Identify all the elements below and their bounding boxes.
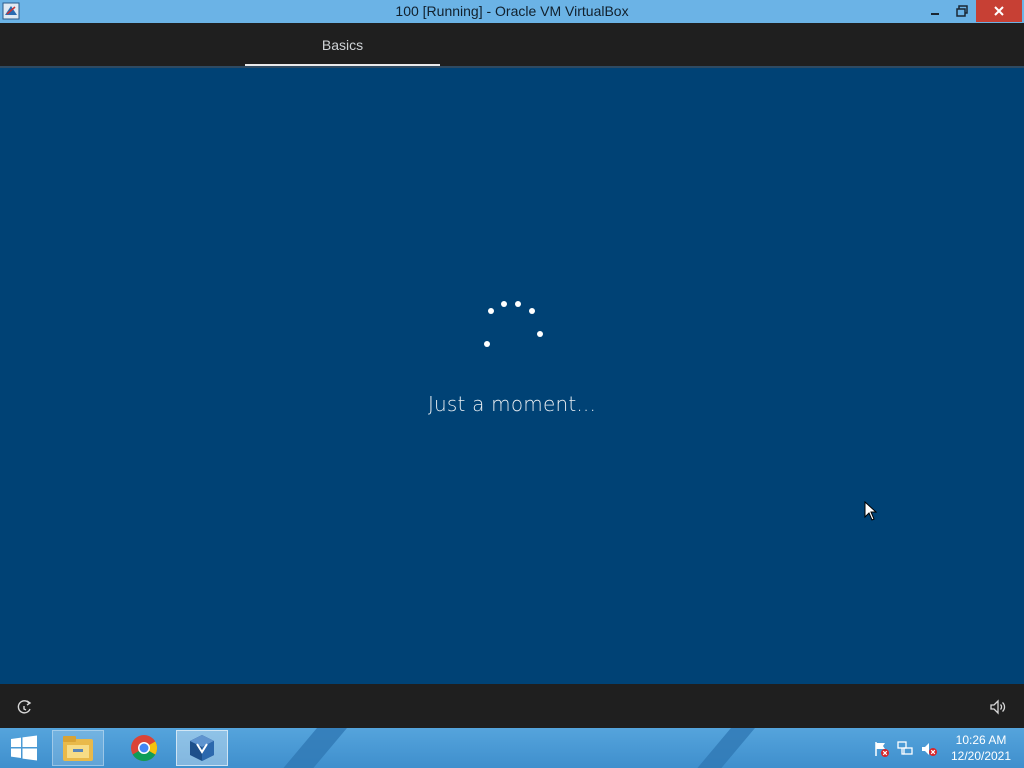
taskbar-file-explorer[interactable] (52, 730, 104, 766)
speaker-muted-icon[interactable] (920, 740, 938, 758)
window-title-bar[interactable]: 100 [Running] - Oracle VM VirtualBox (0, 0, 1024, 23)
virtualbox-icon (190, 735, 214, 761)
action-center-flag-icon[interactable] (872, 740, 890, 758)
taskbar-chrome[interactable] (118, 730, 170, 766)
status-message: Just a moment... (427, 392, 597, 416)
setup-main-area (0, 68, 1024, 684)
restore-button[interactable] (950, 0, 974, 22)
taskbar-clock[interactable]: 10:26 AM 12/20/2021 (946, 732, 1016, 764)
network-icon[interactable] (896, 740, 914, 758)
chrome-icon (131, 735, 158, 762)
minimize-icon (931, 13, 939, 15)
setup-footer (0, 684, 1024, 728)
loading-spinner (484, 301, 543, 347)
windows-logo-icon (11, 735, 37, 761)
taskbar-decoration (266, 728, 356, 768)
taskbar-decoration (680, 728, 764, 768)
taskbar-virtualbox[interactable] (176, 730, 228, 766)
setup-header: Basics (0, 23, 1024, 66)
clock-time: 10:26 AM (955, 733, 1007, 747)
close-icon (994, 6, 1004, 16)
clock-date: 12/20/2021 (950, 749, 1012, 763)
restore-icon (956, 5, 968, 17)
system-tray (872, 740, 938, 758)
ease-of-access-icon[interactable] (14, 697, 34, 717)
minimize-button[interactable] (920, 0, 950, 22)
window-title: 100 [Running] - Oracle VM VirtualBox (395, 3, 629, 19)
file-explorer-icon (63, 736, 93, 761)
mouse-cursor-icon (864, 501, 878, 521)
start-button[interactable] (6, 732, 42, 764)
close-button[interactable] (976, 0, 1022, 22)
tab-basics[interactable]: Basics (245, 23, 440, 66)
volume-icon[interactable] (988, 697, 1008, 717)
host-taskbar: 10:26 AM 12/20/2021 (0, 728, 1024, 768)
